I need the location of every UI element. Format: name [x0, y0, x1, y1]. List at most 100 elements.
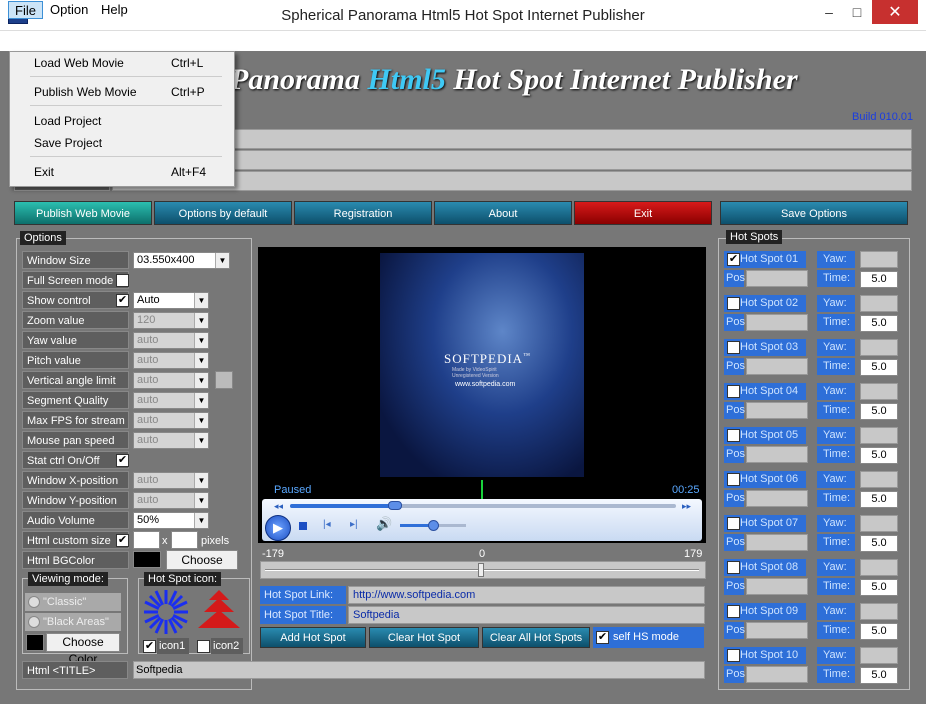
menu-help[interactable]: Help	[95, 1, 134, 19]
hotspot-time-input[interactable]: 5.0	[860, 359, 898, 376]
custom-height-input[interactable]	[171, 531, 198, 549]
rewind-icon[interactable]: ◂◂	[274, 501, 283, 512]
hotspot-yaw-input[interactable]	[860, 427, 898, 444]
hotspot-yaw-input[interactable]	[860, 647, 898, 664]
hotspot-pos-input[interactable]	[746, 666, 808, 683]
custom-width-input[interactable]	[133, 531, 160, 549]
hotspot-pos-input[interactable]	[746, 446, 808, 463]
hotspot-time-input[interactable]: 5.0	[860, 271, 898, 288]
next-icon[interactable]: ▸|	[350, 519, 358, 530]
hotspot-time-input[interactable]: 5.0	[860, 667, 898, 684]
hotspot-checkbox[interactable]	[727, 649, 740, 662]
hotspot-yaw-input[interactable]	[860, 559, 898, 576]
hotspot-pos-input[interactable]	[746, 578, 808, 595]
menu-option[interactable]: Option	[44, 1, 94, 19]
hotspot-checkbox[interactable]	[727, 561, 740, 574]
hotspot-time-input[interactable]: 5.0	[860, 623, 898, 640]
audio-volume-select[interactable]: 50% ▼	[133, 512, 209, 529]
yaw-select[interactable]: auto ▼	[133, 332, 209, 349]
volume-thumb[interactable]	[428, 520, 439, 531]
show-control-select[interactable]: Auto ▼	[133, 292, 209, 309]
hotspot-yaw-input[interactable]	[860, 295, 898, 312]
viewing-choose-color-button[interactable]: Choose Color	[46, 633, 120, 666]
stop-icon[interactable]	[299, 522, 307, 530]
menu-publish-web-movie[interactable]: Publish Web Movie Ctrl+P	[33, 82, 221, 102]
publish-web-movie-button[interactable]: Publish Web Movie	[14, 201, 152, 225]
hotspot-checkbox[interactable]	[727, 429, 740, 442]
hotspot-checkbox[interactable]	[727, 473, 740, 486]
hotspot-yaw-input[interactable]	[860, 383, 898, 400]
hotspot-checkbox[interactable]	[727, 297, 740, 310]
starburst-icon[interactable]	[142, 588, 190, 636]
hotspot-pos-input[interactable]	[746, 534, 808, 551]
hotspot-pos-input[interactable]	[746, 358, 808, 375]
options-by-default-button[interactable]: Options by default	[154, 201, 292, 225]
menu-load-project[interactable]: Load Project	[33, 111, 221, 131]
bgcolor-choose-button[interactable]: Choose Color	[166, 550, 238, 585]
window-y-select[interactable]: auto ▼	[133, 492, 209, 509]
hotspot-pos-input[interactable]	[746, 622, 808, 639]
window-size-select[interactable]: 03.550x400 ▼	[133, 252, 230, 269]
menu-exit[interactable]: Exit Alt+F4	[33, 162, 221, 182]
icon1-checkbox[interactable]: ✔	[143, 640, 156, 653]
viewing-mode-black-areas[interactable]: "Black Areas"	[25, 613, 121, 631]
show-control-checkbox[interactable]: ✔	[116, 294, 129, 307]
menu-file[interactable]: File	[8, 1, 43, 19]
hotspot-pos-input[interactable]	[746, 270, 808, 287]
close-button[interactable]: ✕	[872, 0, 918, 24]
vertical-angle-toggle[interactable]	[215, 371, 233, 389]
menu-load-web-movie[interactable]: Load Web Movie Ctrl+L	[33, 53, 221, 73]
prev-icon[interactable]: |◂	[323, 519, 331, 530]
hotspot-yaw-input[interactable]	[860, 471, 898, 488]
add-hotspot-button[interactable]: Add Hot Spot	[260, 627, 366, 648]
menu-save-project[interactable]: Save Project	[33, 133, 221, 153]
icon2-checkbox[interactable]	[197, 640, 210, 653]
volume-icon[interactable]: 🔊	[376, 516, 392, 532]
hotspot-time-input[interactable]: 5.0	[860, 315, 898, 332]
hotspot-time-input[interactable]: 5.0	[860, 535, 898, 552]
stacked-arrows-icon[interactable]	[196, 590, 242, 634]
clear-all-hotspots-button[interactable]: Clear All Hot Spots	[482, 627, 590, 648]
hotspot-time-input[interactable]: 5.0	[860, 447, 898, 464]
about-button[interactable]: About	[434, 201, 572, 225]
forward-icon[interactable]: ▸▸	[682, 501, 691, 512]
hotspot-pos-input[interactable]	[746, 314, 808, 331]
exit-button[interactable]: Exit	[574, 201, 712, 225]
maximize-button[interactable]: □	[840, 0, 874, 24]
vertical-angle-select[interactable]: auto ▼	[133, 372, 209, 389]
self-hs-mode-checkbox[interactable]: ✔	[596, 631, 609, 644]
hotspot-checkbox[interactable]: ✔	[727, 253, 740, 266]
hotspot-checkbox[interactable]	[727, 385, 740, 398]
html-title-input[interactable]: Softpedia	[133, 661, 705, 679]
self-hs-mode[interactable]: ✔ self HS mode	[593, 627, 704, 648]
stat-ctrl-checkbox[interactable]: ✔	[116, 454, 129, 467]
segment-quality-select[interactable]: auto ▼	[133, 392, 209, 409]
seek-thumb[interactable]	[388, 501, 402, 510]
hotspot-yaw-input[interactable]	[860, 251, 898, 268]
hotspot-checkbox[interactable]	[727, 341, 740, 354]
pitch-select[interactable]: auto ▼	[133, 352, 209, 369]
hotspot-title-input[interactable]: Softpedia	[348, 606, 705, 624]
hotspot-yaw-input[interactable]	[860, 339, 898, 356]
hotspot-time-input[interactable]: 5.0	[860, 579, 898, 596]
viewing-mode-classic[interactable]: "Classic"	[25, 593, 121, 611]
html-custom-size-checkbox[interactable]: ✔	[116, 534, 129, 547]
max-fps-select[interactable]: auto ▼	[133, 412, 209, 429]
window-x-select[interactable]: auto ▼	[133, 472, 209, 489]
registration-button[interactable]: Registration	[294, 201, 432, 225]
hotspot-checkbox[interactable]	[727, 605, 740, 618]
hotspot-yaw-input[interactable]	[860, 603, 898, 620]
play-button[interactable]: ▶	[265, 515, 291, 541]
clear-hotspot-button[interactable]: Clear Hot Spot	[369, 627, 479, 648]
zoom-select[interactable]: 120 ▼	[133, 312, 209, 329]
yaw-slider-thumb[interactable]	[478, 563, 484, 577]
hotspot-time-input[interactable]: 5.0	[860, 403, 898, 420]
full-screen-checkbox[interactable]	[116, 274, 129, 287]
hotspot-yaw-input[interactable]	[860, 515, 898, 532]
hotspot-checkbox[interactable]	[727, 517, 740, 530]
hotspot-time-input[interactable]: 5.0	[860, 491, 898, 508]
hotspot-pos-input[interactable]	[746, 490, 808, 507]
save-options-button[interactable]: Save Options	[720, 201, 908, 225]
hotspot-pos-input[interactable]	[746, 402, 808, 419]
mouse-pan-select[interactable]: auto ▼	[133, 432, 209, 449]
